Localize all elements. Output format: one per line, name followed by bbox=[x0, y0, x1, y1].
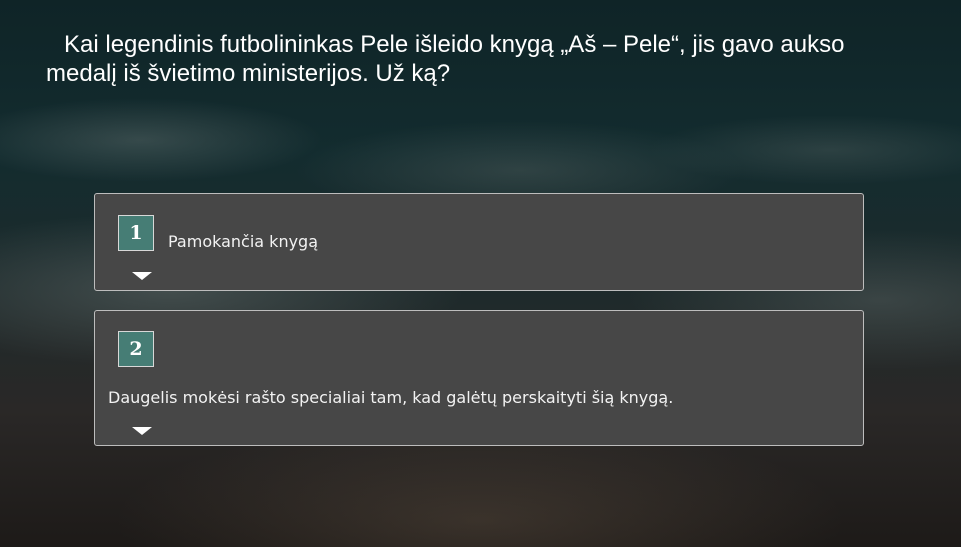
chevron-down-icon[interactable] bbox=[132, 272, 152, 280]
answer-option-1[interactable]: 1 Pamokančia knygą bbox=[94, 193, 864, 291]
answer-text: Pamokančia knygą bbox=[168, 232, 319, 251]
chevron-down-icon[interactable] bbox=[132, 427, 152, 435]
answer-number-badge: 2 bbox=[118, 331, 154, 367]
answer-text: Daugelis mokėsi rašto specialiai tam, ka… bbox=[108, 388, 674, 407]
question-text: Kai legendinis futbolininkas Pele išleid… bbox=[46, 31, 845, 87]
answer-option-2[interactable]: 2 Daugelis mokėsi rašto specialiai tam, … bbox=[94, 310, 864, 446]
answer-number-badge: 1 bbox=[118, 215, 154, 251]
